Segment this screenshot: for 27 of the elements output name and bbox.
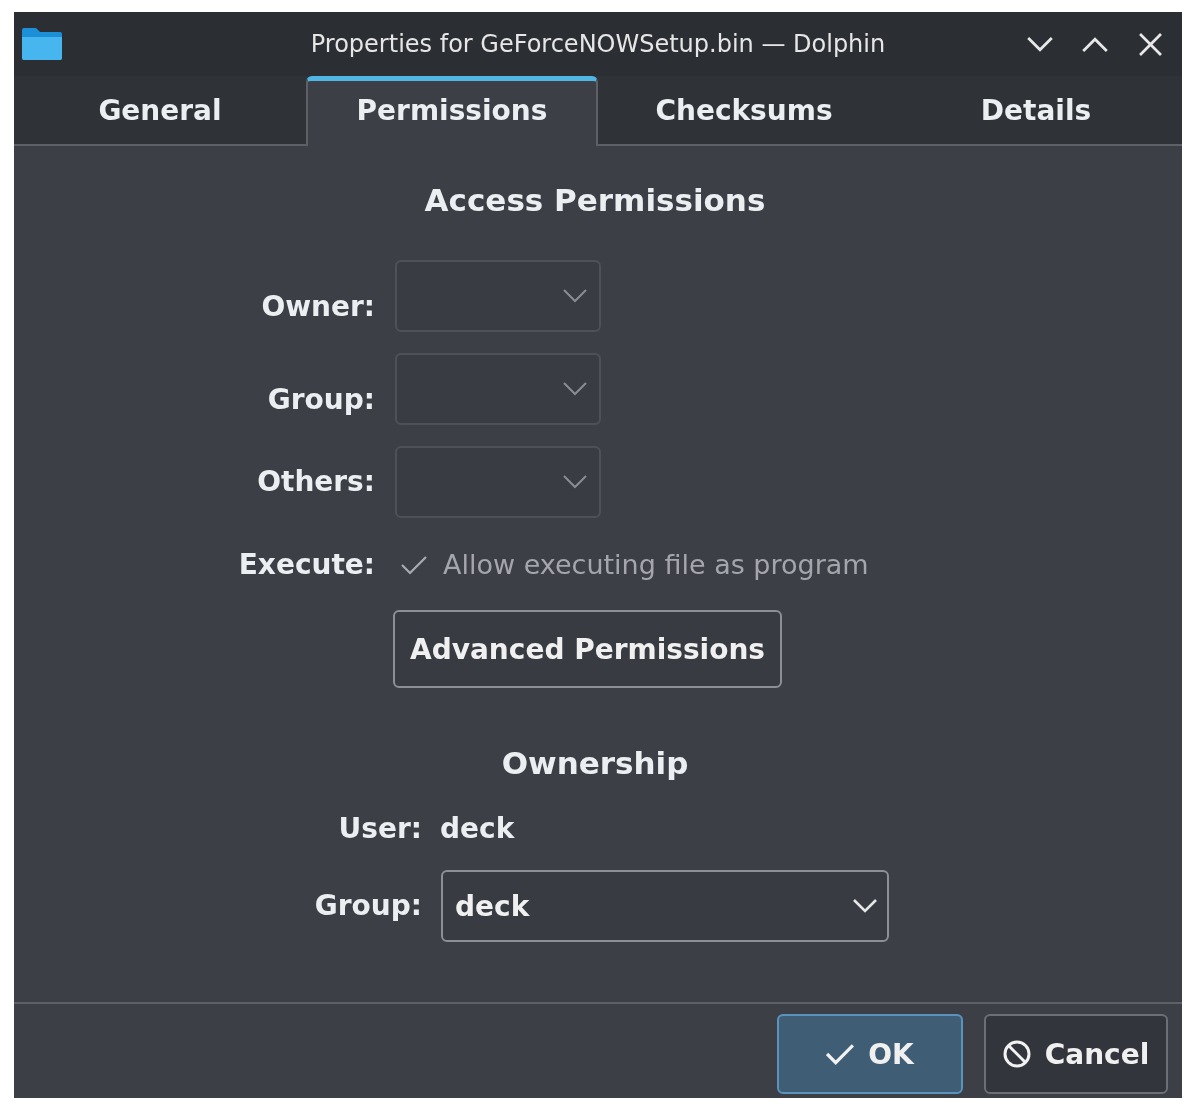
group-dropdown[interactable]: deck bbox=[441, 870, 889, 942]
field-label: User: bbox=[338, 811, 422, 847]
section-heading: Ownership bbox=[501, 744, 690, 783]
checkmark-icon bbox=[826, 1043, 855, 1065]
chevron-up-icon bbox=[1082, 36, 1108, 52]
tab[interactable]: Permissions bbox=[306, 76, 598, 146]
cancel-icon bbox=[1002, 1040, 1031, 1068]
chevron-down-icon bbox=[563, 475, 587, 489]
ok-button[interactable]: OK bbox=[777, 1014, 963, 1094]
tab[interactable]: Details bbox=[890, 76, 1182, 146]
chevron-down-icon bbox=[853, 899, 877, 913]
chevron-down-icon bbox=[1027, 36, 1053, 52]
close-icon bbox=[1138, 32, 1162, 56]
advanced-permissions-button[interactable]: Advanced Permissions bbox=[393, 610, 783, 688]
folder-icon bbox=[22, 28, 62, 60]
tab[interactable]: Checksums bbox=[598, 76, 890, 146]
field-label: Group: bbox=[314, 888, 422, 924]
cancel-button[interactable]: Cancel bbox=[984, 1014, 1168, 1094]
field-label: Others: bbox=[257, 464, 375, 500]
chevron-down-icon bbox=[563, 289, 587, 303]
field-label: Group: bbox=[267, 381, 375, 418]
field-label: Owner: bbox=[261, 288, 375, 325]
user-value: deck bbox=[440, 811, 515, 847]
window-title: Properties for GeForceNOWSetup.bin — Dolphin bbox=[310, 30, 886, 58]
section-heading: Access Permissions bbox=[424, 181, 767, 220]
chevron-down-icon bbox=[563, 382, 587, 396]
field-label: Execute: bbox=[238, 547, 375, 583]
